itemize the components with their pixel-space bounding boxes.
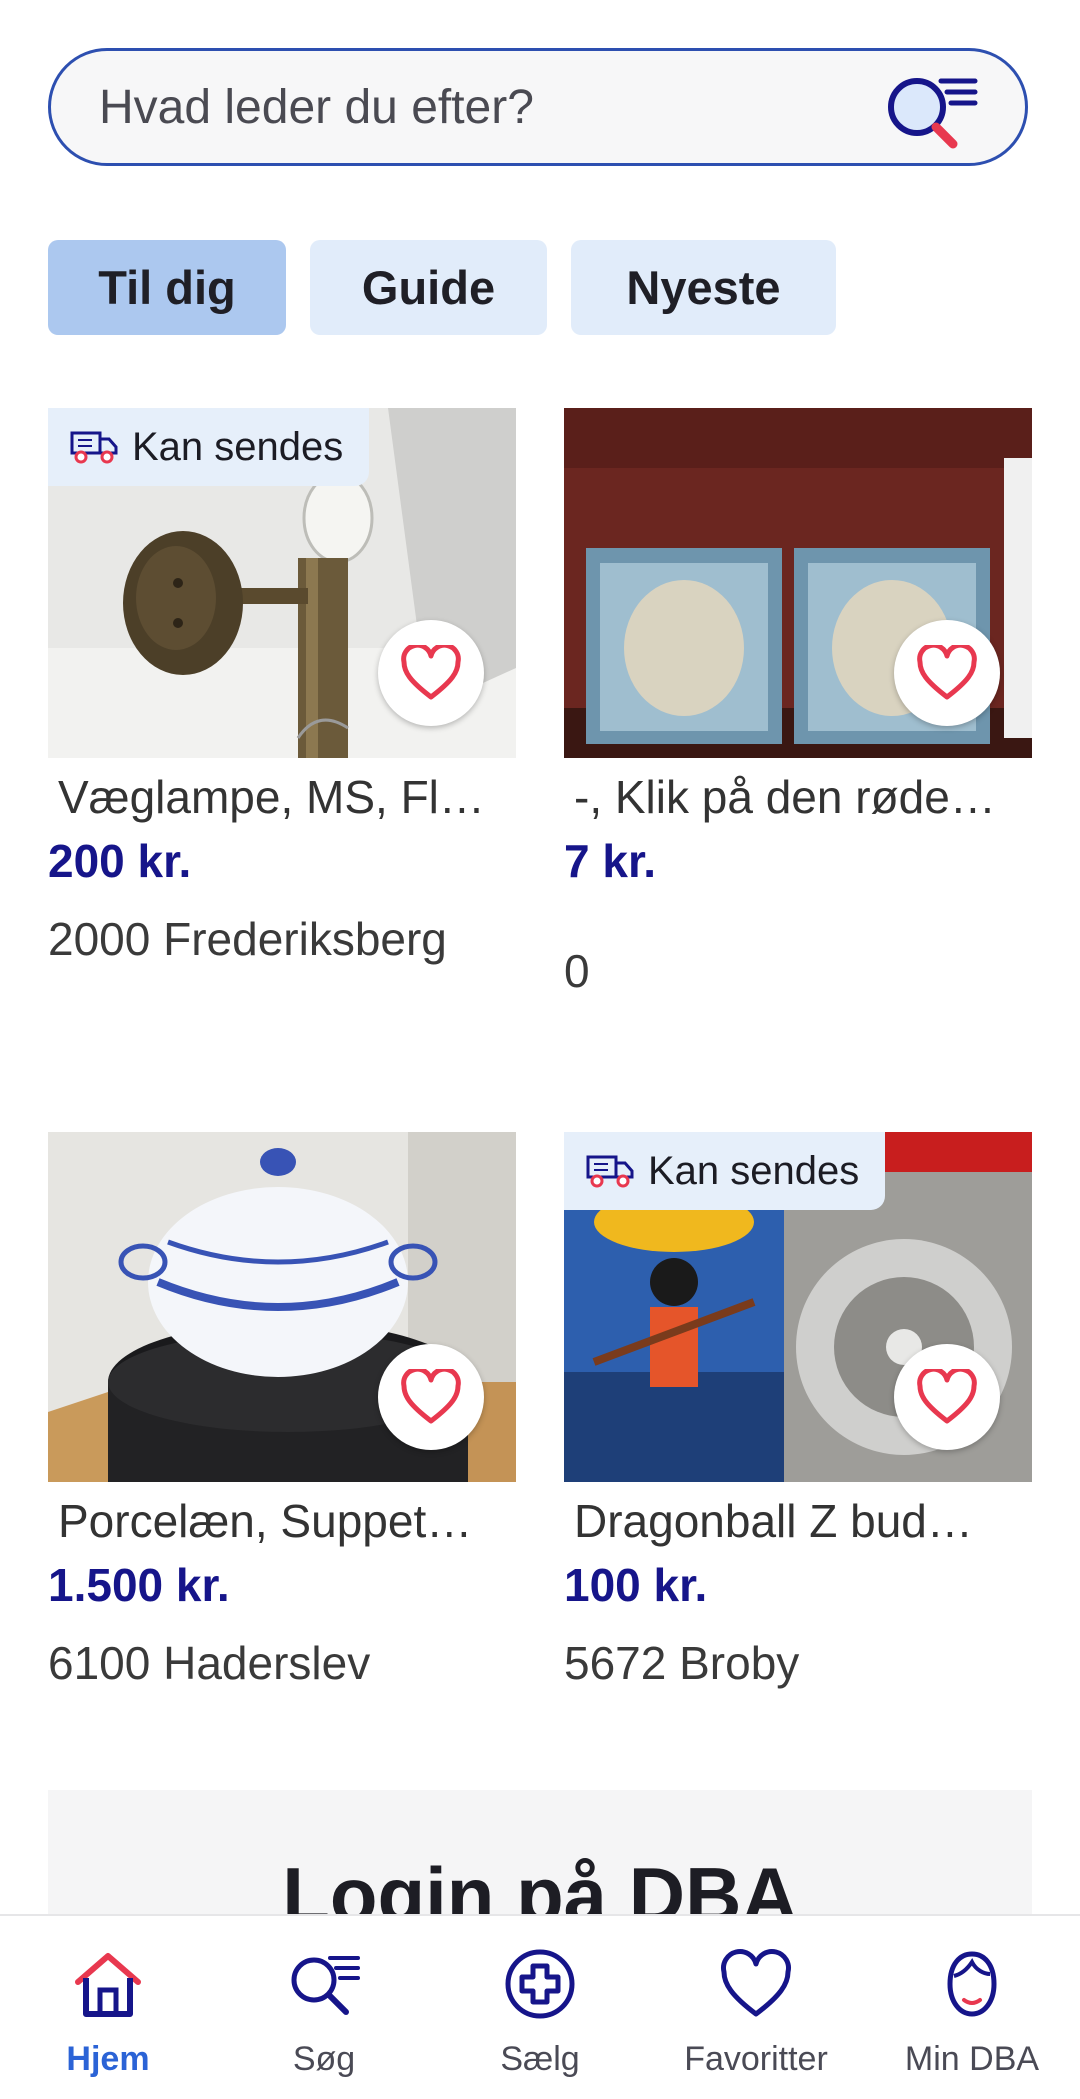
search-bar[interactable] [48,48,1028,166]
shipping-badge: Kan sendes [564,1132,886,1210]
bottom-nav: Hjem Søg Sælg Favoritter Min DBA [0,1914,1080,2099]
listing-price: 200 kr. [48,835,192,887]
listing-image[interactable]: Kan sendes [48,408,516,758]
listing-price: 1.500 kr. [48,1559,230,1611]
favorite-button[interactable] [894,1344,1000,1450]
nav-label: Min DBA [904,2040,1040,2078]
nav-item-sog[interactable]: Søg [216,1916,432,2099]
search-filter-icon[interactable] [883,71,981,149]
truck-icon [70,431,118,464]
listing-price: 7 kr. [564,835,657,887]
heart-icon [917,645,977,700]
listing-title[interactable]: Dragonball Z bud… [564,1494,1032,1548]
listing-location: 5672 Broby [564,1637,800,1689]
listing-image[interactable]: Kan sendes [564,1132,1032,1482]
listing-card[interactable]: Kan sendes Væglampe, MS, Fl… 200 kr. 200… [48,408,516,972]
home-icon [75,1953,141,2017]
tab-til-dig[interactable]: Til dig [48,240,286,335]
listing-card[interactable]: -, Klik på den røde… 7 kr. 0 [564,408,1032,1004]
listing-card[interactable]: Porcelæn, Suppet… 1.500 kr. 6100 Hadersl… [48,1132,516,1696]
shipping-badge-label: Kan sendes [648,1148,860,1193]
tab-nyeste[interactable]: Nyeste [571,240,836,335]
listing-location: 2000 Frederiksberg [48,913,447,965]
listing-image[interactable] [564,408,1032,758]
favorite-button[interactable] [378,1344,484,1450]
nav-label: Søg [292,2040,356,2078]
favorite-button[interactable] [378,620,484,726]
listing-location: 0 [564,945,590,997]
feed-tabs: Til dig Guide Nyeste [48,240,836,335]
heart-icon [721,1949,791,2017]
listing-title[interactable]: -, Klik på den røde… [564,770,1032,824]
listing-location: 6100 Haderslev [48,1637,371,1689]
shipping-badge: Kan sendes [48,408,370,486]
listing-title[interactable]: Porcelæn, Suppet… [48,1494,516,1548]
profile-icon [947,1951,997,2017]
tab-guide[interactable]: Guide [310,240,547,335]
favorite-button[interactable] [894,620,1000,726]
nav-label: Hjem [66,2040,150,2078]
plus-circle-icon [505,1949,575,2019]
nav-item-saelg[interactable]: Sælg [432,1916,648,2099]
nav-item-favoritter[interactable]: Favoritter [648,1916,864,2099]
listing-card[interactable]: Kan sendes Dragonball Z bud… 100 kr. 567… [564,1132,1032,1696]
nav-item-hjem[interactable]: Hjem [0,1916,216,2099]
heart-icon [917,1369,977,1424]
truck-icon [586,1155,634,1188]
heart-icon [401,645,461,700]
listing-image[interactable] [48,1132,516,1482]
search-icon [291,1956,360,2015]
nav-label: Sælg [500,2040,580,2078]
search-input[interactable] [97,78,861,136]
nav-item-min-dba[interactable]: Min DBA [864,1916,1080,2099]
listing-title[interactable]: Væglampe, MS, Fl… [48,770,516,824]
shipping-badge-label: Kan sendes [132,424,344,469]
listing-price: 100 kr. [564,1559,708,1611]
nav-label: Favoritter [684,2040,828,2078]
heart-icon [401,1369,461,1424]
